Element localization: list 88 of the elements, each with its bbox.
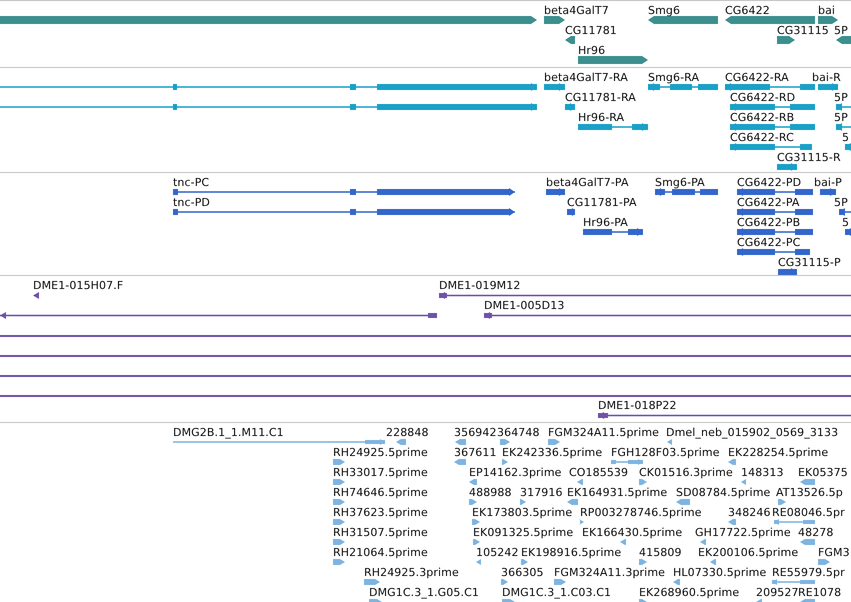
feature-label[interactable]: RH21064.5prime	[333, 546, 428, 559]
feature-label[interactable]: EK228254.5prime	[728, 446, 828, 459]
feature-label[interactable]: 5P	[834, 196, 848, 209]
feature-label[interactable]: DMG1C.3_1.G05.C1	[369, 586, 479, 599]
feature-label[interactable]: DMG1C.3_1.C03.C1	[502, 586, 612, 599]
feature-label[interactable]: EK166430.5prime	[582, 526, 682, 539]
feature-label[interactable]: RE08046.5pr	[772, 506, 845, 519]
feature-label[interactable]: CG11781-PA	[567, 196, 637, 209]
feature-label[interactable]: CG31115	[777, 24, 829, 37]
feature-label[interactable]: DME1-005D13	[484, 299, 564, 312]
feature-label[interactable]: tnc-PD	[173, 196, 210, 209]
feature-label[interactable]: 348246	[728, 506, 771, 519]
feature-label[interactable]: CK01516.3prime	[639, 466, 733, 479]
feature-label[interactable]: EP14162.3prime	[469, 466, 562, 479]
feature-label[interactable]: Hr96-PA	[583, 216, 628, 229]
feature-label[interactable]: 367611	[454, 446, 497, 459]
feature-label[interactable]: 488988	[469, 486, 512, 499]
feature-label[interactable]: 148313	[741, 466, 784, 479]
feature-label[interactable]: EK198916.5prime	[521, 546, 622, 559]
feature-label[interactable]: CG6422-PA	[737, 196, 800, 209]
feature-label[interactable]: Hr96	[578, 44, 606, 57]
feature-label[interactable]: 5	[842, 216, 850, 229]
feature-label[interactable]: EK173803.5prime	[472, 506, 572, 519]
feature-label[interactable]: Smg6-RA	[648, 71, 700, 84]
feature-label[interactable]: GH17722.5prime	[695, 526, 791, 539]
feature-label[interactable]: AT13526.5p	[776, 486, 843, 499]
feature-label[interactable]: RH24925.5prime	[333, 446, 428, 459]
feature-label[interactable]: RE55979.5pr	[772, 566, 845, 579]
feature-label[interactable]: CG6422-RD	[730, 91, 796, 104]
feature-label[interactable]: HL07330.5prime	[673, 566, 766, 579]
feature-label[interactable]: DME1-018P22	[598, 399, 677, 412]
feature-label[interactable]: 364748	[497, 426, 540, 439]
feature-label[interactable]: CG6422-PD	[737, 176, 802, 189]
feature-label[interactable]: FGM324A11.5prime	[548, 426, 659, 439]
feature-label[interactable]: RH37623.5prime	[333, 506, 428, 519]
feature-label[interactable]: DME1-019M12	[439, 279, 520, 292]
feature-label[interactable]: beta4GalT7	[544, 4, 609, 17]
feature-label[interactable]: 5P	[834, 111, 848, 124]
feature-label[interactable]: 415809	[639, 546, 682, 559]
feature-label[interactable]: EK200106.5prime	[698, 546, 798, 559]
feature-label[interactable]: RH31507.5prime	[333, 526, 428, 539]
feature-label[interactable]: CG6422	[725, 4, 770, 17]
feature-label[interactable]: 317916	[520, 486, 563, 499]
feature-label[interactable]: CG6422-PB	[737, 216, 800, 229]
feature-label[interactable]: Hr96-RA	[578, 111, 624, 124]
feature-label[interactable]: bai-R	[812, 71, 841, 84]
feature-label[interactable]: 209527	[756, 586, 799, 599]
feature-label[interactable]: bai	[818, 4, 836, 17]
feature-label[interactable]: 105242	[476, 546, 519, 559]
feature-label[interactable]: CG31115-P	[778, 256, 841, 269]
feature-label[interactable]: RH74646.5prime	[333, 486, 428, 499]
feature-label[interactable]: CG6422-PC	[737, 236, 800, 249]
feature-label[interactable]: RE1078	[798, 586, 842, 599]
feature-label[interactable]: 5P	[834, 91, 848, 104]
feature-label[interactable]: RP003278746.5prime	[580, 506, 702, 519]
feature-label[interactable]: CG6422-RB	[730, 111, 794, 124]
feature-label[interactable]: CG11781	[565, 24, 617, 37]
feature-label[interactable]: FGM3	[818, 546, 850, 559]
feature-label[interactable]: DME1-015H07.F	[33, 279, 124, 292]
feature-label[interactable]: tnc-PC	[173, 176, 210, 189]
feature-label[interactable]: 228848	[386, 426, 429, 439]
feature-label[interactable]: 366305	[501, 566, 544, 579]
feature-label[interactable]: SD08784.5prime	[676, 486, 770, 499]
feature-label[interactable]: 5P	[834, 24, 848, 37]
feature-label[interactable]: EK268960.5prime	[639, 586, 740, 599]
feature-label[interactable]: CG6422-RA	[725, 71, 789, 84]
feature-label[interactable]: Dmel_neb_015902_0569_3133	[666, 426, 838, 439]
feature-label[interactable]: bai-P	[814, 176, 842, 189]
feature-label[interactable]: Smg6-PA	[655, 176, 705, 189]
feature-label[interactable]: RH24925.3prime	[364, 566, 459, 579]
feature-label[interactable]: EK164931.5prime	[567, 486, 668, 499]
feature-label[interactable]: 5	[842, 131, 850, 144]
feature-label[interactable]: Smg6	[648, 4, 680, 17]
feature-label[interactable]: CG11781-RA	[565, 91, 636, 104]
feature-label[interactable]: EK05375	[798, 466, 848, 479]
feature-label[interactable]: beta4GalT7-PA	[546, 176, 629, 189]
feature-label[interactable]: beta4GalT7-RA	[544, 71, 628, 84]
feature-label[interactable]: 48278	[798, 526, 834, 539]
feature-label[interactable]: FGM324A11.3prime	[554, 566, 665, 579]
feature-label[interactable]: EK242336.5prime	[502, 446, 602, 459]
feature-label[interactable]: CG6422-RC	[730, 131, 794, 144]
feature-label[interactable]: 356942	[454, 426, 497, 439]
feature-label[interactable]: DMG2B.1_1.M11.C1	[173, 426, 284, 439]
feature-label[interactable]: CO185539	[569, 466, 628, 479]
feature-label[interactable]: RH33017.5prime	[333, 466, 428, 479]
feature-label[interactable]: CG31115-R	[777, 151, 841, 164]
feature-label[interactable]: FGH128F03.5prime	[611, 446, 720, 459]
feature-label[interactable]: EK091325.5prime	[473, 526, 574, 539]
